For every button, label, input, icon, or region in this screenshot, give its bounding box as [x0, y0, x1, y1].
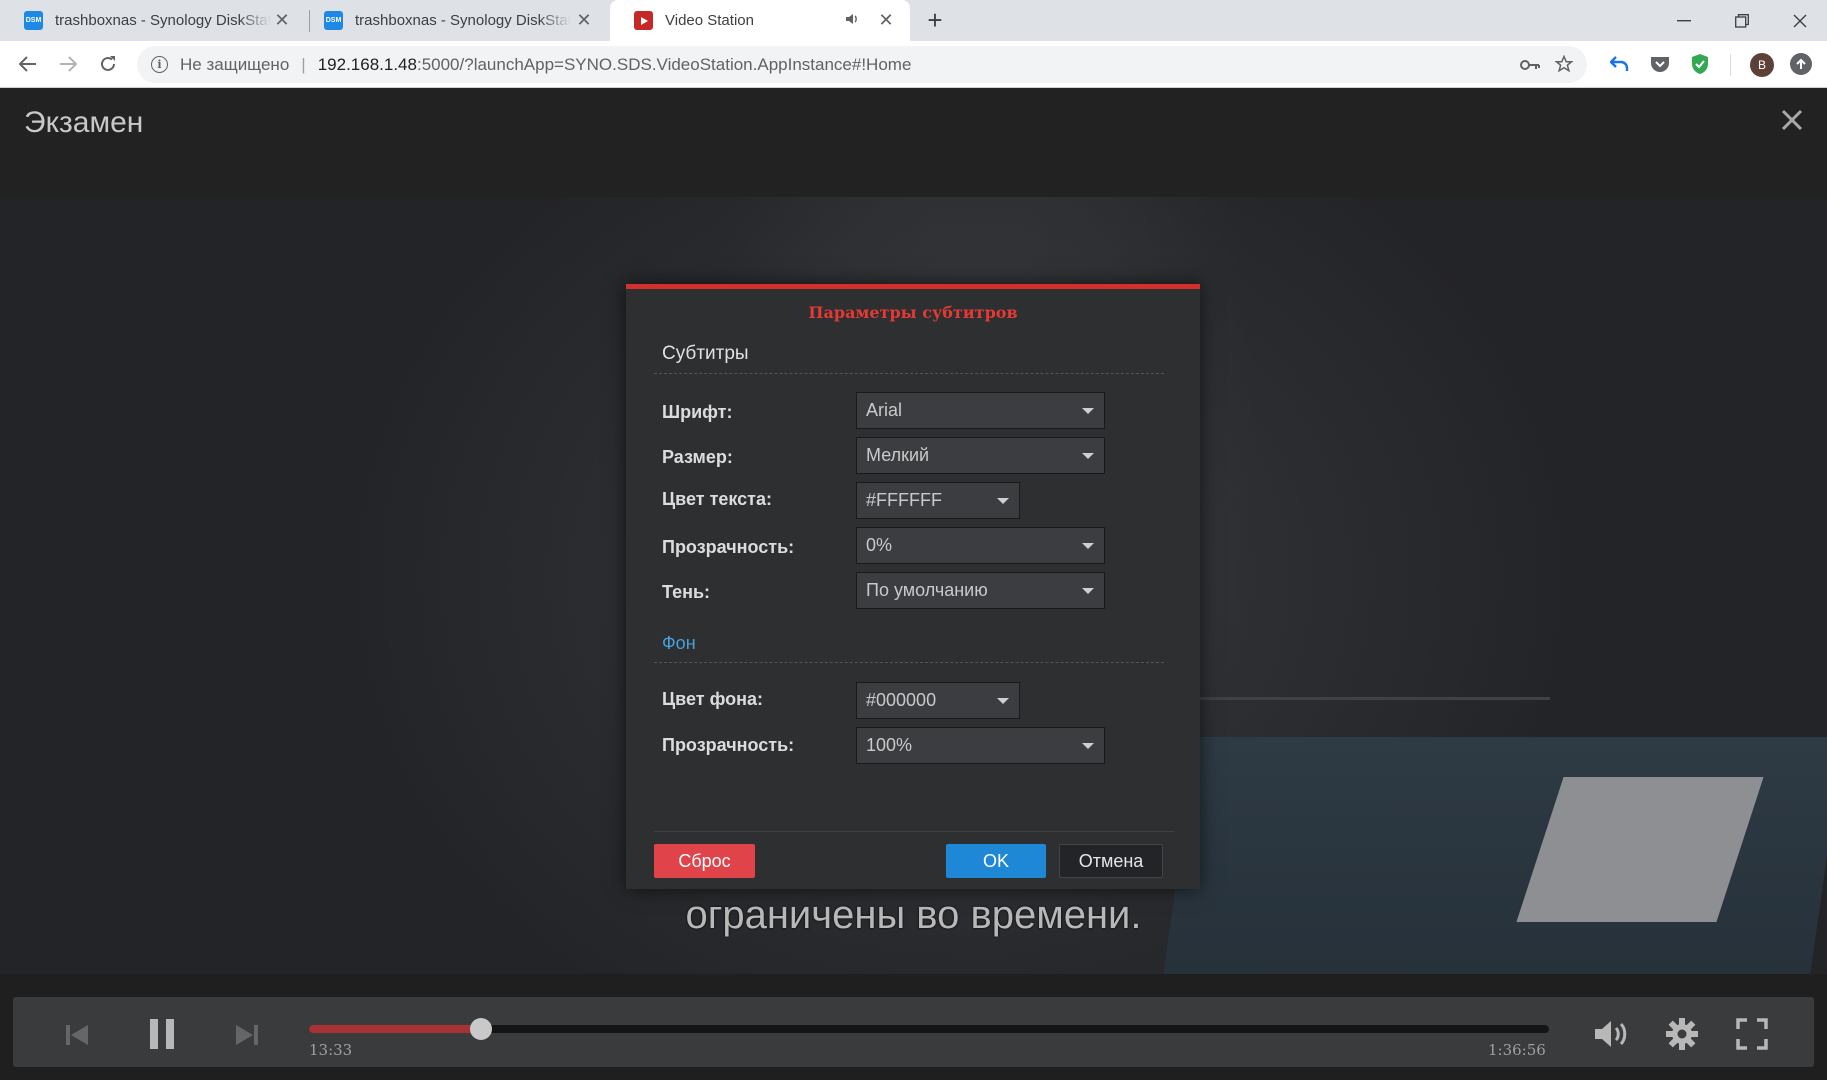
ok-button[interactable]: OK	[946, 844, 1046, 878]
bg-color-value: #000000	[866, 690, 937, 710]
section-divider	[654, 373, 1164, 374]
shadow-value: По умолчанию	[866, 580, 988, 600]
url-host: 192.168.1.48	[317, 54, 417, 74]
back-arrow-icon[interactable]	[13, 49, 43, 79]
undo-extension-icon[interactable]	[1608, 52, 1632, 76]
tab-close-icon[interactable]: ✕	[272, 10, 292, 31]
text-color-select[interactable]: #FFFFFF	[856, 482, 1020, 519]
tab-title: trashboxnas - Synology DiskStation	[355, 12, 571, 29]
info-icon[interactable]: i	[151, 56, 168, 73]
browser-toolbar: i Не защищено | 192.168.1.48 :5000/?laun…	[0, 41, 1827, 88]
caret-down-icon	[1082, 588, 1094, 594]
video-title: Экзамен	[24, 106, 144, 139]
url-path: :5000/?launchApp=SYNO.SDS.VideoStation.A…	[416, 54, 912, 74]
opacity-value: 0%	[866, 535, 893, 555]
dialog-title: Параметры субтитров	[808, 303, 1018, 322]
volume-icon[interactable]	[1592, 1016, 1632, 1052]
tab-close-icon[interactable]: ✕	[574, 10, 594, 31]
font-value: Arial	[866, 400, 903, 420]
fullscreen-icon[interactable]	[1734, 1016, 1770, 1052]
video-station-favicon-icon	[634, 11, 653, 30]
font-select[interactable]: Arial	[856, 392, 1105, 429]
reset-button[interactable]: Сброс	[654, 844, 755, 878]
previous-icon[interactable]	[62, 1020, 92, 1050]
bg-opacity-value: 100%	[866, 735, 913, 755]
progress-fill	[309, 1025, 482, 1033]
progress-track[interactable]	[309, 1025, 1549, 1033]
player-header: Экзамен	[0, 88, 1827, 197]
caret-down-icon	[1082, 543, 1094, 549]
current-time: 13:33	[309, 1041, 353, 1059]
bg-color-select[interactable]: #000000	[856, 682, 1020, 719]
reload-icon[interactable]	[93, 49, 123, 79]
key-icon[interactable]	[1520, 55, 1540, 76]
tab-diskstation-1[interactable]: DSM trashboxnas - Synology DiskStation ✕	[0, 0, 306, 41]
caret-down-icon	[1082, 743, 1094, 749]
cancel-button[interactable]: Отмена	[1059, 844, 1163, 878]
tab-title: trashboxnas - Synology DiskStation	[55, 12, 271, 29]
pause-icon[interactable]	[146, 1017, 178, 1051]
dialog-footer-divider	[654, 831, 1174, 832]
address-bar[interactable]: i Не защищено | 192.168.1.48 :5000/?laun…	[137, 46, 1587, 83]
pocket-icon[interactable]	[1648, 52, 1672, 76]
speaker-icon[interactable]	[845, 12, 861, 29]
section-background-heading: Фон	[662, 633, 696, 653]
next-icon[interactable]	[232, 1020, 262, 1050]
shadow-select[interactable]: По умолчанию	[856, 572, 1105, 609]
section-divider	[654, 662, 1164, 663]
tab-title: Video Station	[665, 12, 754, 29]
caret-down-icon	[1082, 408, 1094, 414]
opacity-label: Прозрачность:	[662, 537, 795, 557]
window-close-icon[interactable]	[1771, 0, 1827, 41]
minimize-icon[interactable]	[1655, 0, 1713, 41]
bg-color-label: Цвет фона:	[662, 689, 763, 709]
tab-video-station[interactable]: Video Station ✕	[610, 0, 910, 41]
subtitle-line: ограничены во времени.	[685, 893, 1142, 937]
caret-down-icon	[1082, 453, 1094, 459]
size-select[interactable]: Мелкий	[856, 437, 1105, 474]
bg-opacity-label: Прозрачность:	[662, 735, 795, 755]
size-value: Мелкий	[866, 445, 930, 465]
restore-icon[interactable]	[1713, 0, 1771, 41]
new-tab-button[interactable]: +	[921, 4, 949, 36]
forward-arrow-icon[interactable]	[53, 49, 83, 79]
caret-down-icon	[997, 498, 1009, 504]
opacity-select[interactable]: 0%	[856, 527, 1105, 564]
star-icon[interactable]	[1554, 54, 1574, 78]
text-color-value: #FFFFFF	[866, 490, 942, 510]
shield-check-icon[interactable]	[1688, 52, 1712, 76]
size-label: Размер:	[662, 447, 733, 467]
settings-gear-icon[interactable]	[1664, 1016, 1700, 1052]
toolbar-divider	[1730, 54, 1731, 76]
profile-avatar[interactable]: B	[1750, 53, 1774, 77]
bg-opacity-select[interactable]: 100%	[856, 727, 1105, 764]
dsm-favicon-icon: DSM	[324, 11, 343, 30]
tab-diskstation-2[interactable]: DSM trashboxnas - Synology DiskStation ✕	[300, 0, 608, 41]
browser-tab-strip: DSM trashboxnas - Synology DiskStation ✕…	[0, 0, 1827, 41]
shadow-label: Тень:	[662, 582, 711, 602]
text-color-label: Цвет текста:	[662, 489, 772, 509]
total-time: 1:36:56	[1488, 1041, 1546, 1059]
font-label: Шрифт:	[662, 402, 733, 422]
section-subtitles-heading: Субтитры	[662, 343, 749, 364]
tab-close-icon[interactable]: ✕	[876, 10, 896, 31]
security-label: Не защищено	[180, 54, 290, 74]
caret-down-icon	[997, 698, 1009, 704]
url-separator: |	[301, 54, 306, 74]
update-arrow-icon[interactable]	[1790, 53, 1812, 75]
subtitle-settings-dialog: Параметры субтитров Субтитры Шрифт: Aria…	[626, 284, 1200, 889]
dsm-favicon-icon: DSM	[24, 11, 43, 30]
player-close-icon[interactable]	[1781, 102, 1803, 139]
